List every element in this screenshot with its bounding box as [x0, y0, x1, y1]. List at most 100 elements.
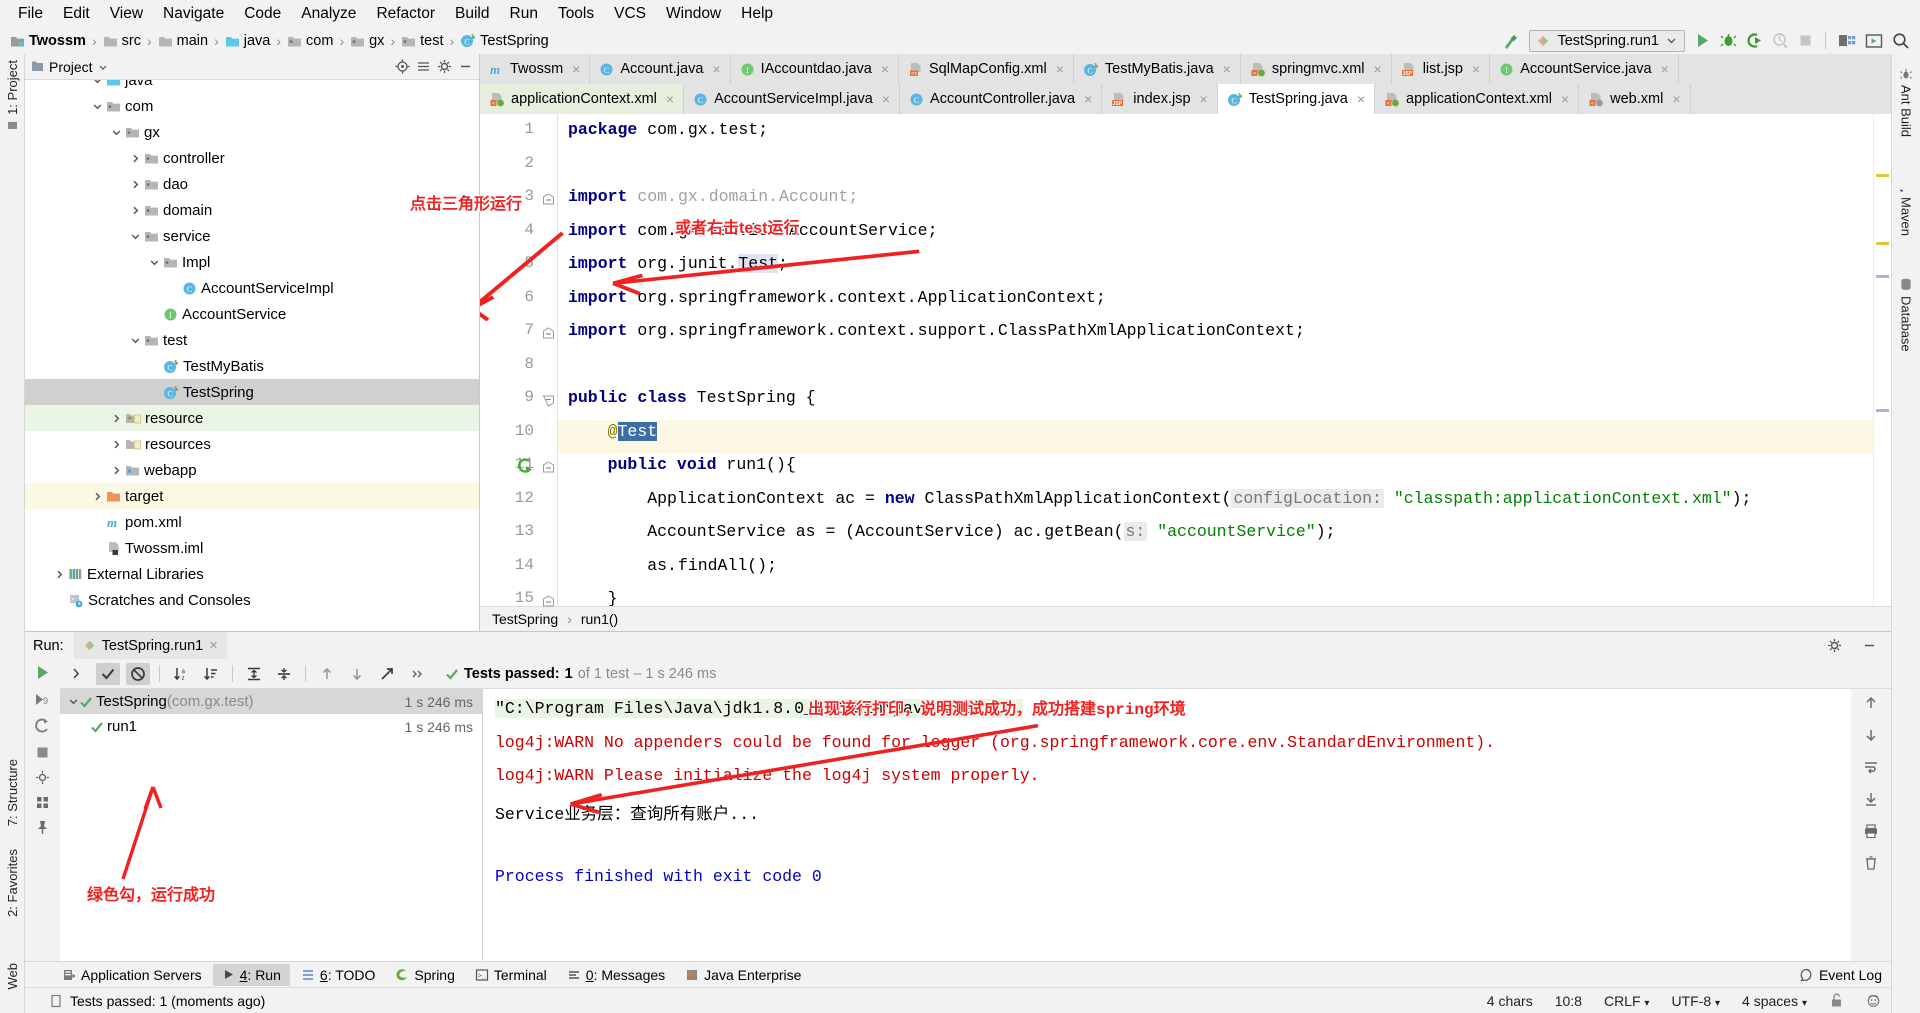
- collapse-all-icon[interactable]: [272, 663, 296, 685]
- test-tree-row[interactable]: run11 s 246 ms: [60, 714, 482, 739]
- editor-code[interactable]: package com. gx. test;import com. gx. do…: [558, 114, 1873, 606]
- clear-all-icon[interactable]: [1863, 855, 1879, 871]
- warning-marker[interactable]: [1876, 242, 1889, 245]
- menu-item-tools[interactable]: Tools: [548, 3, 604, 25]
- tree-item-testspring[interactable]: CTestSpring: [25, 379, 479, 405]
- scroll-up-icon[interactable]: [1863, 695, 1879, 711]
- chevron-right-icon[interactable]: [50, 569, 68, 580]
- editor-tab-applicationcontext-xml[interactable]: <applicationContext.xml×: [1375, 84, 1579, 114]
- show-passed-icon[interactable]: [96, 663, 120, 685]
- status-caret-position[interactable]: 10:8: [1555, 993, 1582, 1009]
- editor-tab-applicationcontext-xml[interactable]: <applicationContext.xml×: [480, 84, 684, 114]
- tool-window-button-spring[interactable]: Spring: [386, 964, 463, 986]
- menu-item-edit[interactable]: Edit: [53, 3, 100, 25]
- menu-item-vcs[interactable]: VCS: [604, 3, 656, 25]
- breadcrumb-item-java[interactable]: java: [221, 33, 275, 49]
- chevron-right-icon[interactable]: [126, 153, 144, 164]
- test-results-tree[interactable]: TestSpring (com.gx.test)1 s 246 ms run11…: [60, 689, 483, 961]
- tree-item-impl[interactable]: Impl: [25, 249, 479, 275]
- editor-tab-account-java[interactable]: CAccount.java×: [590, 54, 730, 84]
- rerun-failed-icon[interactable]: 9: [34, 691, 51, 708]
- breadcrumb-item-gx[interactable]: gx: [346, 33, 388, 49]
- breadcrumb-item-test[interactable]: test: [397, 33, 447, 49]
- event-log-button[interactable]: Event Log: [1791, 964, 1891, 986]
- toggle-auto-test-icon[interactable]: [34, 718, 51, 735]
- tool-window-button-application-servers[interactable]: Application Servers: [53, 964, 211, 986]
- tree-item-domain[interactable]: domain: [25, 197, 479, 223]
- close-icon[interactable]: ×: [663, 91, 674, 107]
- editor-tab-testspring-java[interactable]: CTestSpring.java×: [1218, 84, 1375, 114]
- menu-item-refactor[interactable]: Refactor: [366, 3, 445, 25]
- close-icon[interactable]: ×: [1220, 61, 1231, 77]
- rerun-icon[interactable]: [34, 664, 51, 681]
- project-panel-title-group[interactable]: Project: [31, 59, 108, 75]
- chevron-right-icon[interactable]: [107, 413, 125, 424]
- close-icon[interactable]: ×: [1469, 61, 1480, 77]
- chevron-right-icon[interactable]: [107, 439, 125, 450]
- change-marker[interactable]: [1876, 275, 1889, 278]
- settings-icon[interactable]: [35, 770, 50, 785]
- tree-item-controller[interactable]: controller: [25, 145, 479, 171]
- build-icon[interactable]: [1502, 32, 1520, 50]
- locate-file-icon[interactable]: [395, 59, 410, 74]
- editor-tab-list-jsp[interactable]: JSPlist.jsp×: [1392, 54, 1490, 84]
- gear-icon[interactable]: [1827, 638, 1852, 653]
- editor-tab-sqlmapconfig-xml[interactable]: <>SqlMapConfig.xml×: [899, 54, 1074, 84]
- export-icon[interactable]: [375, 663, 399, 685]
- tool-window-button-6-todo[interactable]: 6: TODO: [292, 964, 385, 986]
- close-icon[interactable]: ×: [879, 91, 890, 107]
- scroll-to-end-icon[interactable]: [1863, 791, 1879, 807]
- fold-marker[interactable]: [542, 327, 555, 340]
- prev-failed-icon[interactable]: [315, 663, 339, 685]
- stop-icon[interactable]: [35, 745, 50, 760]
- change-marker[interactable]: [1876, 409, 1889, 412]
- tool-window-web[interactable]: Web: [5, 957, 20, 996]
- tree-item-external-libraries[interactable]: External Libraries: [25, 561, 479, 587]
- editor-tab-web-xml[interactable]: <web.xml×: [1579, 84, 1690, 114]
- run-configuration-selector[interactable]: TestSpring.run1: [1529, 30, 1685, 52]
- tree-item-webapp[interactable]: webapp: [25, 457, 479, 483]
- run-coverage-icon[interactable]: [1746, 32, 1763, 49]
- chevron-right-icon[interactable]: [88, 491, 106, 502]
- hide-icon[interactable]: [458, 59, 473, 74]
- chevron-down-icon[interactable]: [1666, 35, 1677, 46]
- breadcrumb-item-testspring[interactable]: CTestSpring: [456, 33, 553, 49]
- editor-tab-accountservice-java[interactable]: IAccountService.java×: [1490, 54, 1679, 84]
- chevron-down-icon[interactable]: [145, 257, 163, 268]
- soft-wrap-icon[interactable]: [1863, 759, 1879, 775]
- tree-item-twossm-iml[interactable]: Twossm.iml: [25, 535, 479, 561]
- pin-icon[interactable]: [35, 820, 50, 835]
- tree-item-dao[interactable]: dao: [25, 171, 479, 197]
- tree-item-gx[interactable]: gx: [25, 119, 479, 145]
- chevron-down-icon[interactable]: [68, 696, 79, 707]
- tree-item-testmybatis[interactable]: CTestMyBatis: [25, 353, 479, 379]
- menu-item-build[interactable]: Build: [445, 3, 499, 25]
- close-icon[interactable]: ×: [569, 61, 580, 77]
- unlocked-icon[interactable]: [1829, 993, 1844, 1008]
- hide-ignored-icon[interactable]: [126, 663, 150, 685]
- editor-marker-stripe[interactable]: [1873, 114, 1891, 606]
- search-everywhere-icon[interactable]: [1892, 32, 1910, 50]
- project-structure-icon[interactable]: [1838, 33, 1856, 49]
- chevron-down-icon[interactable]: [126, 231, 144, 242]
- status-indent[interactable]: 4 spaces ▾: [1742, 993, 1807, 1009]
- warning-marker[interactable]: [1876, 174, 1889, 177]
- editor-canvas[interactable]: 123456789101112131415 package com. gx. t…: [480, 114, 1891, 606]
- breadcrumb-item-com[interactable]: com: [283, 33, 337, 49]
- tree-item-service[interactable]: service: [25, 223, 479, 249]
- chevron-down-icon[interactable]: [98, 62, 108, 72]
- close-icon[interactable]: ×: [1354, 91, 1365, 107]
- tool-window-button-terminal[interactable]: >_Terminal: [466, 964, 556, 986]
- tool-window-maven[interactable]: m Maven: [1899, 173, 1914, 242]
- console-output[interactable]: 出现该行打印，说明测试成功，成功搭建spring环境 "C:\Program F…: [483, 689, 1851, 961]
- hide-icon[interactable]: [1862, 638, 1891, 653]
- fold-marker[interactable]: [542, 461, 555, 474]
- rerun-icon[interactable]: [66, 663, 90, 685]
- breadcrumb-item-src[interactable]: src: [99, 33, 145, 49]
- tool-window-structure[interactable]: 7: Structure: [5, 753, 20, 832]
- close-icon[interactable]: ×: [1371, 61, 1382, 77]
- sort-duration-icon[interactable]: [199, 663, 223, 685]
- menu-item-navigate[interactable]: Navigate: [153, 3, 234, 25]
- inspection-face-icon[interactable]: [1866, 993, 1881, 1008]
- grid-icon[interactable]: [35, 795, 50, 810]
